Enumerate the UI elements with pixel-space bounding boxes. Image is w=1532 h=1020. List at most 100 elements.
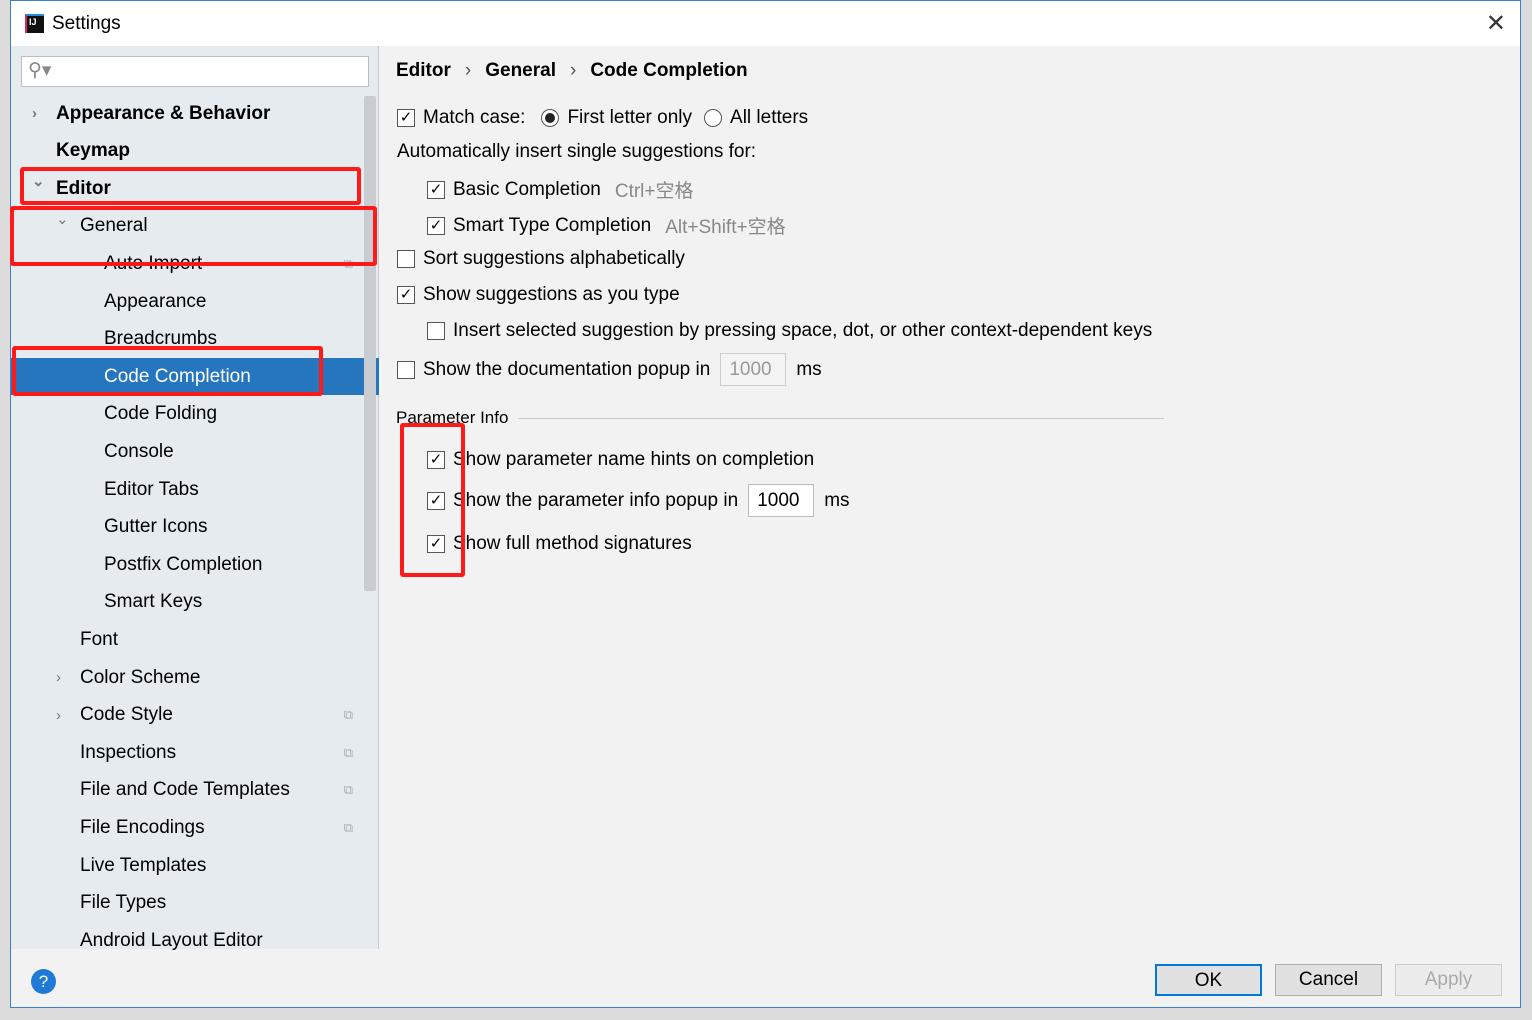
- sidebar-item-label: Inspections: [80, 741, 177, 763]
- sidebar-item-label: Postfix Completion: [104, 553, 263, 575]
- insert-selected-label: Insert selected suggestion by pressing s…: [453, 320, 1153, 341]
- sidebar-item-label: Code Folding: [104, 403, 218, 425]
- sidebar-item-label: Console: [104, 440, 174, 462]
- basic-completion-checkbox[interactable]: ✓: [427, 180, 445, 199]
- sort-checkbox[interactable]: [397, 250, 415, 268]
- chevron-down-icon[interactable]: ⌄: [32, 172, 45, 190]
- chevron-right-icon[interactable]: ›: [32, 105, 37, 122]
- sort-label: Sort suggestions alphabetically: [423, 248, 685, 269]
- sidebar-item-label: Live Templates: [80, 854, 207, 876]
- project-settings-icon: ⧉: [343, 819, 353, 835]
- param-hints-label: Show parameter name hints on completion: [453, 449, 815, 470]
- doc-popup-unit: ms: [796, 358, 822, 380]
- chevron-down-icon[interactable]: ⌄: [56, 210, 69, 228]
- param-popup-checkbox[interactable]: ✓: [427, 491, 445, 510]
- all-letters-radio[interactable]: [704, 109, 723, 127]
- basic-completion-option: ✓ Basic Completion Ctrl+空格: [427, 176, 694, 203]
- sidebar-item-label: Appearance & Behavior: [56, 102, 271, 124]
- chevron-right-icon[interactable]: ›: [56, 669, 61, 686]
- param-hints-option: ✓ Show parameter name hints on completion: [427, 449, 814, 471]
- basic-completion-label: Basic Completion: [453, 178, 601, 200]
- sidebar-item[interactable]: Console: [11, 433, 363, 470]
- sidebar-item[interactable]: › Color Scheme: [11, 659, 363, 696]
- first-letter-label: First letter only: [567, 107, 693, 128]
- doc-popup-delay-input[interactable]: 1000: [720, 353, 787, 386]
- settings-dialog: IJ Settings ✕ ⚲▾ › Appearance & Behavior K…: [10, 0, 1521, 1008]
- ok-button[interactable]: OK: [1155, 964, 1262, 996]
- search-icon: ⚲▾: [28, 60, 52, 81]
- breadcrumb-item[interactable]: Editor: [396, 60, 451, 82]
- sidebar-item[interactable]: ⌄ Editor: [11, 170, 363, 207]
- sidebar-item-label: Color Scheme: [80, 666, 201, 688]
- sidebar-item[interactable]: Keymap: [11, 133, 363, 170]
- sidebar-item[interactable]: Breadcrumbs: [11, 321, 363, 358]
- apply-button[interactable]: Apply: [1395, 964, 1502, 996]
- help-icon[interactable]: ?: [31, 969, 56, 994]
- divider: [518, 417, 1164, 419]
- sidebar-item-label: Editor: [56, 177, 111, 199]
- full-signatures-label: Show full method signatures: [453, 533, 692, 554]
- sidebar-item-label: Appearance: [104, 290, 207, 312]
- search-input[interactable]: ⚲▾: [21, 56, 369, 87]
- intellij-logo-icon: IJ: [25, 14, 44, 33]
- parameter-info-section: Parameter Info: [396, 408, 1164, 428]
- sidebar-item[interactable]: Appearance: [11, 283, 363, 320]
- content-panel: Editor › General › Code Completion ✓ Match …: [380, 46, 1520, 949]
- sort-option: Sort suggestions alphabetically: [397, 248, 685, 270]
- show-typing-checkbox[interactable]: ✓: [397, 286, 415, 304]
- sidebar-item[interactable]: Code Completion: [11, 358, 379, 396]
- sidebar-item[interactable]: Live Templates: [11, 847, 363, 884]
- title-bar: IJ Settings ✕: [11, 1, 1520, 46]
- sidebar-scrollbar[interactable]: [364, 96, 376, 591]
- sidebar-item[interactable]: Font: [11, 621, 363, 658]
- param-popup-option: ✓ Show the parameter info popup in 1000 ms: [427, 484, 850, 517]
- first-letter-radio[interactable]: [541, 109, 560, 127]
- sidebar-item[interactable]: Code Folding: [11, 396, 363, 433]
- sidebar-item[interactable]: File Encodings ⧉: [11, 809, 363, 846]
- sidebar-item[interactable]: › Appearance & Behavior: [11, 95, 363, 132]
- sidebar-item[interactable]: Postfix Completion: [11, 546, 363, 583]
- sidebar-item[interactable]: File and Code Templates ⧉: [11, 772, 363, 809]
- insert-selected-checkbox[interactable]: [427, 322, 445, 340]
- sidebar-item[interactable]: Inspections ⧉: [11, 734, 363, 771]
- close-icon[interactable]: ✕: [1486, 9, 1506, 38]
- basic-shortcut: Ctrl+空格: [614, 181, 694, 202]
- sidebar-item[interactable]: Editor Tabs: [11, 471, 363, 508]
- sidebar-item-label: Code Style: [80, 704, 173, 726]
- sidebar-item-label: File Encodings: [80, 816, 205, 838]
- project-settings-icon: ⧉: [343, 255, 353, 271]
- sidebar-item[interactable]: Smart Keys: [11, 584, 363, 621]
- sidebar-item[interactable]: Gutter Icons: [11, 509, 363, 546]
- project-settings-icon: ⧉: [343, 744, 353, 760]
- show-typing-label: Show suggestions as you type: [423, 284, 680, 305]
- chevron-right-icon: ›: [464, 60, 472, 81]
- sidebar-item-label: File and Code Templates: [80, 779, 290, 801]
- doc-popup-option: Show the documentation popup in 1000 ms: [397, 353, 822, 386]
- cancel-button[interactable]: Cancel: [1275, 964, 1382, 996]
- param-hints-checkbox[interactable]: ✓: [427, 451, 445, 469]
- param-popup-delay-input[interactable]: 1000: [748, 484, 815, 517]
- smart-completion-checkbox[interactable]: ✓: [427, 216, 445, 235]
- project-settings-icon: ⧉: [343, 707, 353, 723]
- doc-popup-label: Show the documentation popup in: [423, 358, 711, 380]
- doc-popup-checkbox[interactable]: [397, 360, 415, 379]
- match-case-checkbox[interactable]: ✓: [397, 109, 415, 127]
- all-letters-label: All letters: [730, 107, 809, 128]
- breadcrumb-item[interactable]: General: [485, 60, 556, 82]
- show-typing-option: ✓ Show suggestions as you type: [397, 284, 680, 306]
- breadcrumb-item: Code Completion: [590, 60, 748, 81]
- full-signatures-option: ✓ Show full method signatures: [427, 533, 692, 555]
- breadcrumb: Editor › General › Code Completion: [396, 60, 748, 82]
- sidebar-item[interactable]: ⌄ General: [11, 208, 363, 245]
- sidebar-item-label: Font: [80, 628, 119, 650]
- sidebar-item[interactable]: Auto Import ⧉: [11, 245, 363, 282]
- sidebar-item-label: File Types: [80, 892, 167, 914]
- sidebar-item[interactable]: › Code Style ⧉: [11, 697, 363, 734]
- sidebar-item-label: Smart Keys: [104, 591, 203, 613]
- chevron-right-icon[interactable]: ›: [56, 707, 61, 724]
- sidebar-item[interactable]: File Types: [11, 885, 363, 922]
- full-signatures-checkbox[interactable]: ✓: [427, 535, 445, 553]
- sidebar-item-label: Breadcrumbs: [104, 328, 217, 350]
- sidebar-item-label: Editor Tabs: [104, 478, 199, 500]
- window-title: Settings: [52, 12, 121, 34]
